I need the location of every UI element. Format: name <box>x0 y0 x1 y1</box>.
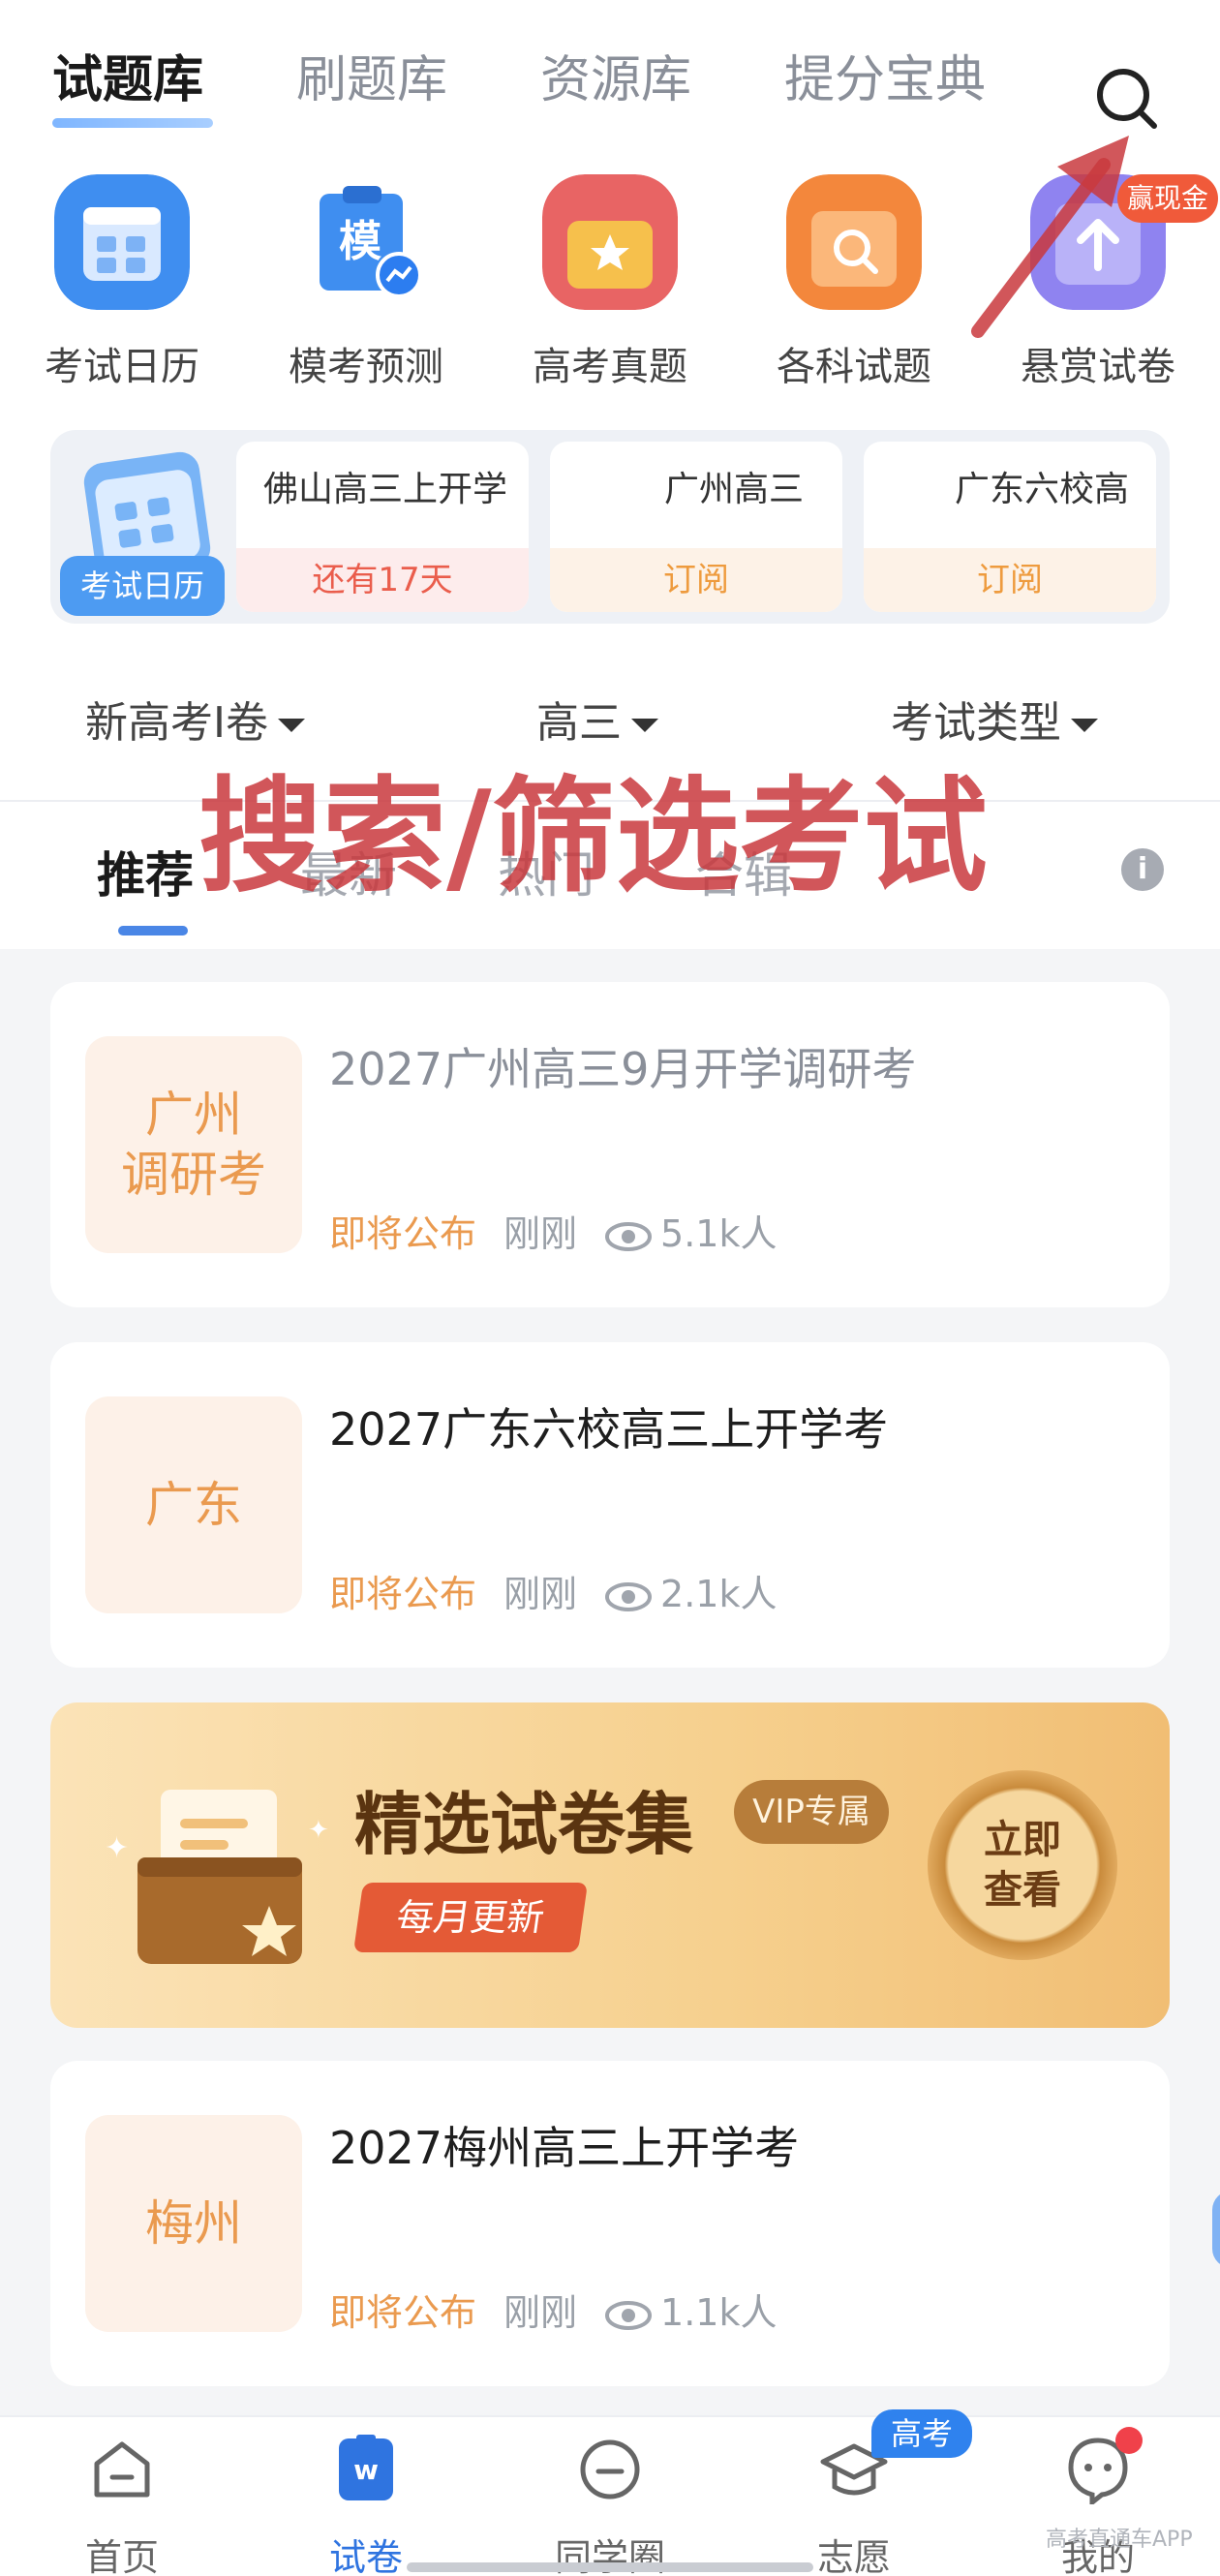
calendar-icon <box>54 174 190 310</box>
calendar-countdown: 还有17天 <box>236 548 529 612</box>
calendar-item[interactable]: 佛山高三上开学 还有17天 <box>236 442 529 612</box>
exam-views: 1.1k人 <box>604 2291 777 2334</box>
exam-card[interactable]: 广州 调研考 2027广州高三9月开学调研考 即将公布 刚刚 5.1k人 <box>50 982 1170 1307</box>
info-icon[interactable]: i <box>1121 848 1164 891</box>
calendar-item[interactable]: 广州高三 订阅 <box>550 442 842 612</box>
home-indicator <box>407 2562 813 2572</box>
exam-time: 刚刚 <box>503 1573 578 1615</box>
subscribe-button[interactable]: 订阅 <box>864 548 1156 612</box>
floating-button[interactable] <box>1212 2191 1220 2268</box>
tab-practice-bank[interactable]: 刷题库 <box>296 39 447 111</box>
exam-status: 即将公布 <box>329 1212 477 1255</box>
calendar-item-title: 广州高三 <box>664 470 805 509</box>
caret-down-icon <box>277 719 305 732</box>
banner-title: 精选试卷集 <box>354 1785 693 1864</box>
calendar-item-title: 广东六校高 <box>955 470 1130 509</box>
exam-thumbnail: 梅州 <box>85 2115 302 2332</box>
exam-view-count: 1.1k人 <box>660 2291 778 2334</box>
exam-title: 2027广东六校高三上开学考 <box>329 1403 889 1456</box>
star-folder-icon <box>542 174 678 310</box>
paper-icon: w <box>339 2435 393 2500</box>
nav-papers[interactable]: w 试卷 <box>244 2435 488 2576</box>
home-icon <box>94 2441 150 2498</box>
feature-past-papers[interactable]: 高考真题 <box>488 174 730 397</box>
svg-text:✦: ✦ <box>308 1816 329 1845</box>
svg-text:✦: ✦ <box>105 1831 129 1865</box>
bottom-nav: 首页 w 试卷 同学圈 志愿 我的 <box>0 2415 1220 2576</box>
feature-label: 模考预测 <box>289 345 443 389</box>
feature-label: 高考真题 <box>533 345 687 389</box>
subscribe-button[interactable]: 订阅 <box>550 548 842 612</box>
nav-label: 首页 <box>84 2536 159 2576</box>
svg-text:w: w <box>353 2454 379 2486</box>
vip-badge: VIP专属 <box>734 1780 889 1844</box>
monthly-update-badge: 每月更新 <box>352 1883 589 1952</box>
exam-title: 2027广州高三9月开学调研考 <box>329 1043 917 1095</box>
exam-view-count: 2.1k人 <box>660 1573 778 1615</box>
mock-exam-icon: 模 <box>320 186 422 298</box>
nav-classmates[interactable]: 同学圈 <box>488 2435 732 2576</box>
watermark: 高考直通车APP <box>1046 2528 1193 2552</box>
chat-bubble-icon <box>580 2439 640 2499</box>
annotation-arrow-icon <box>971 136 1129 338</box>
exam-time: 刚刚 <box>503 2291 578 2334</box>
calendar-item[interactable]: 广东六校高 订阅 <box>864 442 1156 612</box>
folder-icon: ✦ ✦ <box>105 1790 329 1964</box>
feature-mock-prediction[interactable]: 模 模考预测 <box>244 174 486 397</box>
calendar-tag: 考试日历 <box>60 556 225 616</box>
exam-thumbnail: 广东 <box>85 1396 302 1613</box>
exam-status: 即将公布 <box>329 1573 477 1615</box>
caret-down-icon <box>1071 719 1098 732</box>
exam-meta: 即将公布 刚刚 5.1k人 <box>329 1205 777 1263</box>
caret-down-icon <box>631 719 658 732</box>
eye-icon <box>605 2300 653 2330</box>
exam-thumbnail: 广州 调研考 <box>85 1036 302 1253</box>
feature-subject-tests[interactable]: 各科试题 <box>732 174 974 397</box>
view-now-button[interactable]: 立即 查看 <box>928 1770 1117 1960</box>
gaokao-badge: 高考 <box>871 2409 972 2458</box>
exam-calendar-card[interactable]: 考试日历 佛山高三上开学 还有17天 广州高三 订阅 广东六校高 订阅 <box>50 430 1170 624</box>
search-folder-icon <box>786 174 922 310</box>
feature-label: 考试日历 <box>45 345 199 389</box>
exam-card[interactable]: 广东 2027广东六校高三上开学考 即将公布 刚刚 2.1k人 <box>50 1342 1170 1668</box>
calendar-item-title: 佛山高三上开学 <box>263 470 508 509</box>
annotation-text: 搜索/筛选考试 <box>198 765 988 909</box>
exam-views: 2.1k人 <box>604 1573 777 1615</box>
feature-label: 各科试题 <box>777 345 931 389</box>
active-subtab-underline <box>118 926 188 935</box>
tab-recommended[interactable]: 推荐 <box>97 837 194 906</box>
tab-score-guide[interactable]: 提分宝典 <box>784 39 986 111</box>
exam-view-count: 5.1k人 <box>660 1212 778 1255</box>
search-icon[interactable] <box>1092 64 1162 134</box>
exam-time: 刚刚 <box>503 1212 578 1255</box>
exam-meta: 即将公布 刚刚 1.1k人 <box>329 2284 777 2342</box>
feature-exam-calendar[interactable]: 考试日历 <box>0 174 242 397</box>
notification-dot <box>1115 2427 1143 2454</box>
tab-resource-bank[interactable]: 资源库 <box>540 39 691 111</box>
nav-home[interactable]: 首页 <box>0 2435 244 2576</box>
exam-meta: 即将公布 刚刚 2.1k人 <box>329 1565 777 1623</box>
exam-card[interactable]: 梅州 2027梅州高三上开学考 即将公布 刚刚 1.1k人 <box>50 2061 1170 2386</box>
vip-collection-banner[interactable]: ✦ ✦ 精选试卷集 VIP专属 每月更新 立即 查看 <box>50 1702 1170 2028</box>
svg-text:模: 模 <box>339 217 381 266</box>
exam-status: 即将公布 <box>329 2291 477 2334</box>
exam-title: 2027梅州高三上开学考 <box>329 2122 800 2174</box>
exam-views: 5.1k人 <box>604 1212 777 1255</box>
eye-icon <box>605 1581 653 1611</box>
eye-icon <box>605 1221 653 1251</box>
active-tab-underline <box>52 118 213 128</box>
tab-question-bank[interactable]: 试题库 <box>52 39 203 111</box>
